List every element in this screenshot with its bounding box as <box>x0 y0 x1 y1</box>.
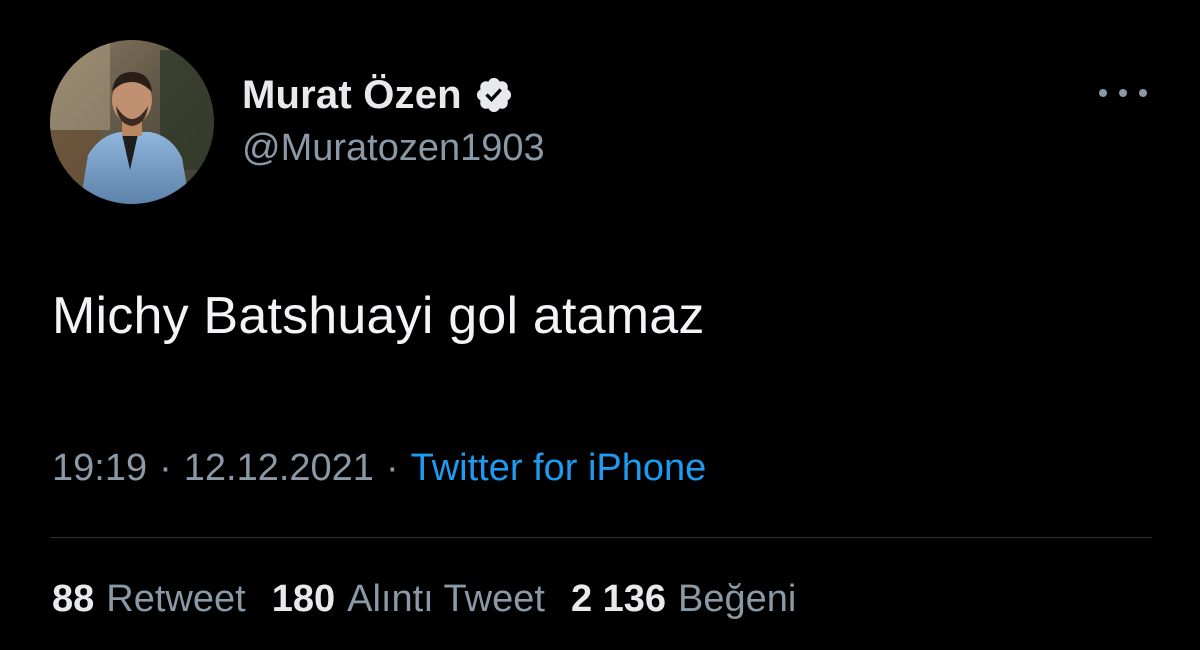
tweet-text: Michy Batshuayi gol atamaz <box>52 287 705 345</box>
author-name-row[interactable]: Murat Özen <box>242 70 514 120</box>
retweet-label: Retweet <box>106 578 246 620</box>
tweet-card: Murat Özen @Muratozen1903 Michy Batshuay… <box>0 0 1200 650</box>
author-handle[interactable]: @Muratozen1903 <box>242 127 545 170</box>
like-label: Beğeni <box>678 578 797 620</box>
quote-tweet-count: 180 <box>271 578 336 620</box>
meta-separator: · <box>159 447 172 489</box>
meta-separator: · <box>385 447 399 489</box>
tweet-stats: 88 Retweet 180 Alıntı Tweet 2 136 Beğeni <box>52 578 822 621</box>
like-count: 2 136 <box>570 578 667 620</box>
verified-badge-icon <box>474 75 514 115</box>
more-dot <box>1139 89 1147 97</box>
tweet-source-link[interactable]: Twitter for iPhone <box>411 447 707 490</box>
retweet-count: 88 <box>52 578 95 620</box>
more-dot <box>1119 89 1127 97</box>
tweet-date[interactable]: 12.12.2021 <box>184 447 374 490</box>
avatar-image <box>50 40 214 204</box>
like-stat[interactable]: 2 136 Beğeni <box>571 578 796 621</box>
more-dot <box>1099 89 1107 97</box>
retweet-stat[interactable]: 88 Retweet <box>52 578 246 621</box>
avatar[interactable] <box>50 40 214 204</box>
author-display-name: Murat Özen <box>242 72 462 117</box>
more-options-icon[interactable] <box>1096 78 1150 108</box>
tweet-meta: 19:19 · 12.12.2021 · Twitter for iPhone <box>52 447 706 490</box>
tweet-time[interactable]: 19:19 <box>52 447 147 490</box>
divider <box>50 537 1152 538</box>
quote-tweet-label: Alıntı Tweet <box>347 578 545 620</box>
quote-tweet-stat[interactable]: 180 Alıntı Tweet <box>272 578 545 621</box>
